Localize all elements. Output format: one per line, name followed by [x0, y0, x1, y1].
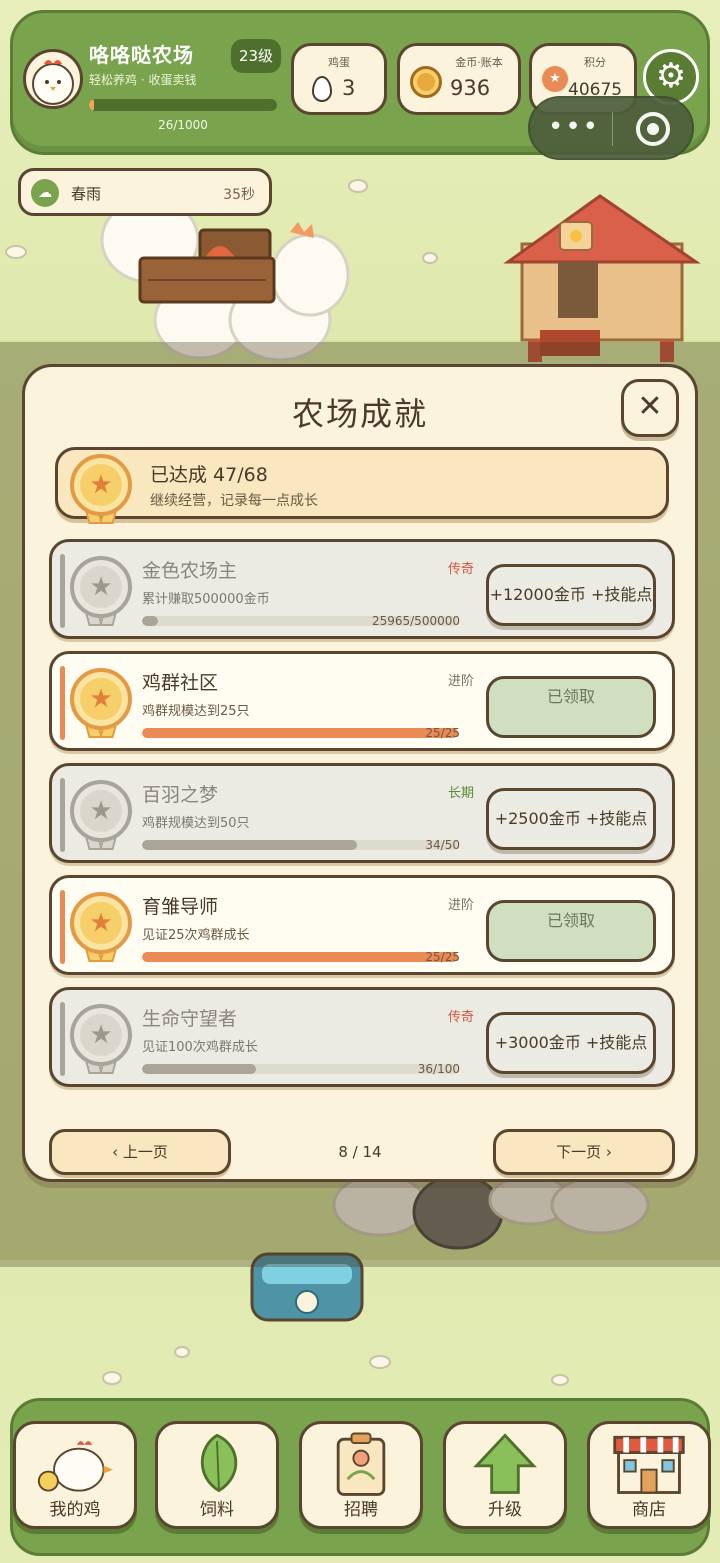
- grey-medal-icon: ★: [70, 780, 132, 850]
- card-accent-strip: [60, 554, 65, 628]
- leaf-icon: [201, 1433, 238, 1493]
- modal-title: 农场成就: [291, 395, 428, 433]
- mini-program-capsule: •••: [528, 96, 694, 160]
- id-badge-icon: [336, 1432, 386, 1496]
- achievement-tier: 进阶: [447, 674, 474, 689]
- achievement-tier: 进阶: [447, 898, 474, 913]
- level-badge: 23级: [231, 39, 281, 73]
- nav-label: 商店: [632, 1500, 666, 1520]
- achievement-name: 鸡群社区: [142, 672, 219, 694]
- farm-name: 咯咯哒农场: [89, 43, 194, 67]
- bottom-nav: 我的鸡 饲料 招聘 升级 商店: [10, 1398, 711, 1556]
- achievement-card: ★ 金色农场主累计赚取500000金币 传奇 25965/500000 +12000金币…: [49, 539, 675, 639]
- achievement-progress-text: 36/100: [417, 1062, 460, 1076]
- claim-reward-button[interactable]: +2500金币 +技能点: [486, 788, 656, 850]
- farm-avatar[interactable]: [23, 49, 83, 109]
- achievement-progress-fill: [142, 840, 357, 850]
- achievement-progress-text: 25/25: [425, 950, 460, 964]
- shop-icon: [613, 1435, 685, 1494]
- card-accent-strip: [60, 666, 65, 740]
- capsule-divider: [612, 112, 613, 146]
- achievement-name: 育雏导师: [142, 896, 219, 918]
- cloud-rain-icon: ☁: [31, 179, 59, 207]
- claimed-button: 已领取: [486, 676, 656, 738]
- achievement-tier: 传奇: [447, 562, 474, 577]
- more-menu-icon[interactable]: •••: [548, 114, 598, 144]
- up-arrow-icon: [473, 1433, 537, 1494]
- weather-timer: 35秒: [223, 187, 255, 203]
- card-accent-strip: [60, 1002, 65, 1076]
- achievement-description: 见证100次鸡群成长: [142, 1040, 258, 1055]
- weather-name: 春雨: [71, 185, 102, 203]
- gold-medal-icon: ★: [70, 668, 132, 738]
- nav-label: 饲料: [200, 1500, 234, 1520]
- summary-title: 已达成 47/68: [150, 464, 268, 486]
- egg-count: 3: [342, 76, 356, 100]
- achievement-progress-text: 25965/500000: [371, 614, 460, 628]
- coin-icon: [410, 66, 442, 98]
- achievement-summary: ★ 已达成 47/68 继续经营，记录每一点成长: [55, 447, 669, 524]
- xp-progress-fill: [89, 99, 94, 111]
- egg-counter-label: 鸡蛋: [328, 56, 350, 69]
- nav-label: 升级: [488, 1500, 522, 1520]
- achievement-progress-fill: [142, 1064, 256, 1074]
- nav-my-chickens[interactable]: 我的鸡: [13, 1421, 137, 1529]
- grey-medal-icon: ★: [70, 1004, 132, 1074]
- achievement-card: ★ 鸡群社区鸡群规模达到25只 进阶 25/25 已领取: [49, 651, 675, 751]
- nav-shop[interactable]: 商店: [587, 1421, 711, 1529]
- claimed-button: 已领取: [486, 900, 656, 962]
- nav-feed[interactable]: 饲料: [155, 1421, 279, 1529]
- achievement-name: 百羽之梦: [142, 784, 219, 806]
- achievement-progress-fill: [142, 616, 159, 626]
- gold-medal-icon: ★: [70, 892, 132, 962]
- card-accent-strip: [60, 890, 65, 964]
- achievement-description: 鸡群规模达到25只: [142, 704, 250, 719]
- grey-medal-icon: ★: [70, 556, 132, 626]
- card-accent-strip: [60, 778, 65, 852]
- star-points-icon: ★: [542, 66, 568, 92]
- egg-counter[interactable]: 鸡蛋 3: [291, 43, 387, 115]
- achievement-name: 金色农场主: [142, 560, 238, 582]
- egg-icon: [312, 76, 332, 102]
- nav-upgrade[interactable]: 升级: [443, 1421, 567, 1529]
- coin-counter[interactable]: 金币·账本 936: [397, 43, 521, 115]
- achievement-tier: 传奇: [447, 1010, 474, 1025]
- claim-reward-button[interactable]: +3000金币 +技能点: [486, 1012, 656, 1074]
- xp-progress-bar: [89, 99, 277, 111]
- next-page-button[interactable]: 下一页 ›: [493, 1129, 675, 1175]
- nav-label: 招聘: [344, 1500, 378, 1520]
- achievement-card: ★ 生命守望者见证100次鸡群成长 传奇 36/100 +3000金币 +技能点: [49, 987, 675, 1087]
- achievements-modal: 农场成就 ✕ ★ 已达成 47/68 继续经营，记录每一点成长 ★ 金色农场主累计…: [22, 364, 698, 1182]
- achievement-name: 生命守望者: [142, 1008, 238, 1030]
- weather-badge[interactable]: ☁ 春雨 35秒: [18, 168, 272, 216]
- achievement-progress-text: 25/25: [425, 726, 460, 740]
- achievement-tier: 长期: [447, 786, 474, 801]
- achievement-description: 累计赚取500000金币: [142, 592, 270, 607]
- xp-progress-text: 26/1000: [158, 118, 208, 132]
- close-miniprogram-icon[interactable]: [636, 112, 670, 146]
- achievement-description: 鸡群规模达到50只: [142, 816, 250, 831]
- achievement-card: ★ 育雏导师见证25次鸡群成长 进阶 25/25 已领取: [49, 875, 675, 975]
- nav-label: 我的鸡: [49, 1500, 101, 1520]
- claim-reward-button[interactable]: +12000金币 +技能点: [486, 564, 656, 626]
- coin-count: 936: [450, 76, 491, 100]
- chicken-coop: [503, 194, 701, 362]
- gold-medal-icon: ★: [70, 454, 132, 524]
- chicken-avatar-icon: [32, 60, 74, 105]
- close-button[interactable]: ✕: [621, 379, 679, 437]
- nav-recruit[interactable]: 招聘: [299, 1421, 423, 1529]
- summary-subtitle: 继续经营，记录每一点成长: [150, 493, 318, 509]
- achievement-progress-text: 34/50: [425, 838, 460, 852]
- achievement-card: ★ 百羽之梦鸡群规模达到50只 长期 34/50 +2500金币 +技能点: [49, 763, 675, 863]
- chicken-icon: [37, 1441, 114, 1492]
- close-icon: ✕: [637, 389, 663, 424]
- achievement-description: 见证25次鸡群成长: [142, 928, 250, 943]
- coin-counter-label: 金币·账本: [455, 56, 503, 69]
- farm-subtitle: 轻松养鸡 · 收蛋卖钱: [89, 73, 197, 87]
